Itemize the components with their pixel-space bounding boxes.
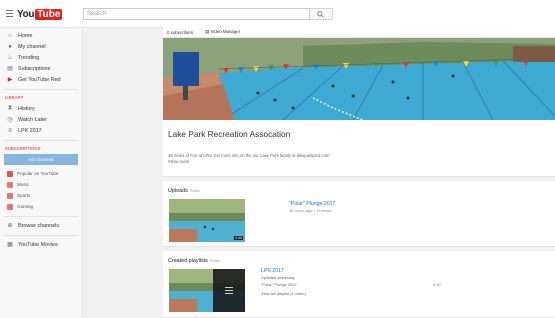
sidebar-item-youtube-movies[interactable]: ▦ YouTube Movies — [0, 239, 82, 250]
guide-menu-icon[interactable] — [6, 10, 13, 19]
subscription-item-gaming[interactable]: Gaming — [0, 201, 82, 212]
subscription-label: Gaming — [17, 204, 34, 209]
sidebar-item-youtube-red[interactable]: ▶ Get YouTube Red — [0, 74, 82, 85]
subscription-item-sports[interactable]: Sports — [0, 190, 82, 201]
sidebar-item-my-channel[interactable]: ● My channel — [0, 41, 82, 52]
playlists-title[interactable]: Created playlists Public — [168, 258, 220, 264]
sidebar-item-label: History — [18, 105, 35, 112]
video-duration: 0:40 — [234, 236, 243, 240]
logo-text-you: You — [17, 8, 35, 20]
sidebar-item-label: LPK 2017 — [18, 127, 42, 134]
playlists-shelf: Created playlists Public LPK 2017 Updated… — [163, 251, 555, 318]
channel-avatar-icon — [7, 192, 13, 199]
video-manager-link[interactable]: ▤ Video Manager — [205, 29, 252, 35]
sidebar-item-label: Trending — [18, 54, 40, 61]
sidebar-item-label: YouTube Movies — [18, 241, 58, 248]
youtube-red-icon: ▶ — [7, 77, 13, 83]
youtube-logo[interactable]: You Tube — [17, 8, 63, 20]
channel-avatar-icon — [7, 170, 13, 177]
uploads-title-text: Uploads — [168, 188, 188, 194]
divider — [4, 140, 78, 141]
add-circle-icon: ⊕ — [7, 223, 13, 229]
search-input[interactable]: Search — [83, 8, 310, 20]
person-icon: ● — [8, 43, 12, 50]
video-thumbnail[interactable]: 0:40 — [169, 199, 245, 242]
sidebar-item-label: Home — [18, 32, 33, 39]
sidebar-item-label: Get YouTube Red — [18, 76, 61, 83]
masthead: You Tube Search — [0, 0, 555, 28]
subscription-label: Music — [17, 182, 29, 187]
video-manager-label: Video Manager — [210, 29, 241, 34]
sidebar-item-trending[interactable]: ♨ Trending — [0, 52, 82, 63]
sidebar-item-history[interactable]: ⧗ History — [0, 103, 82, 114]
view-full-playlist-link[interactable]: View full playlist (1 video) — [261, 291, 306, 296]
subscriptions-icon: ▤ — [7, 66, 13, 72]
divider — [4, 89, 78, 90]
channel-info: Lake Park Recreation Assocation 48 Years… — [163, 120, 555, 177]
playlist-title-link[interactable]: LPK 2017 — [261, 268, 284, 274]
playlist-overlay — [213, 269, 245, 312]
privacy-label: Public — [189, 189, 201, 193]
channel-title: Lake Park Recreation Assocation — [168, 129, 291, 139]
sidebar-item-label: Browse channels — [18, 222, 60, 229]
home-icon: ⌂ — [8, 32, 12, 39]
channel-page: 0 subscribers ▤ Video Manager Lake Park … — [163, 27, 555, 318]
sidebar-item-label: Watch Later — [18, 116, 47, 123]
search-icon — [317, 11, 324, 18]
library-section-label: LIBRARY — [5, 95, 24, 100]
sidebar-item-label: Subscriptions — [18, 65, 51, 72]
playlists-title-text: Created playlists — [168, 258, 208, 264]
subscription-item-popular[interactable]: Popular on YouTube — [0, 168, 82, 179]
sidebar-item-subscriptions[interactable]: ▤ Subscriptions — [0, 63, 82, 74]
channel-avatar-icon — [7, 181, 13, 188]
video-title-link[interactable]: "Polar" Plunge 2017 — [289, 201, 335, 207]
film-icon: ▦ — [7, 242, 13, 248]
playlist-item-duration: 0:40 — [433, 282, 441, 287]
uploads-title[interactable]: Uploads Public — [168, 188, 200, 194]
subscriptions-section-label: SUBSCRIPTIONS — [5, 146, 41, 151]
logo-text-tube: Tube — [35, 8, 63, 20]
playlist-icon: ≡ — [8, 127, 12, 134]
sidebar-item-watch-later[interactable]: ◷ Watch Later — [0, 114, 82, 125]
uploads-shelf: Uploads Public 0:40 "Polar" Plunge 2017 1… — [163, 181, 555, 247]
sidebar-item-label: My channel — [18, 43, 46, 50]
playlist-updated: Updated yesterday — [261, 275, 295, 280]
add-channels-button[interactable]: Add channels — [4, 154, 78, 165]
subscription-item-music[interactable]: Music — [0, 179, 82, 190]
channel-banner — [163, 38, 555, 120]
show-more-link[interactable]: Show more — [168, 159, 189, 164]
guide-sidebar: ⌂ Home ● My channel ♨ Trending ▤ Subscriptio… — [0, 28, 83, 318]
search-button[interactable] — [310, 8, 333, 20]
sidebar-item-lpk-2017[interactable]: ≡ LPK 2017 — [0, 125, 82, 136]
clock-icon: ◷ — [7, 117, 13, 123]
subscriber-count: 0 subscribers — [167, 29, 194, 35]
pool-banner-image — [163, 38, 555, 120]
channel-header-bar: 0 subscribers ▤ Video Manager — [163, 27, 555, 38]
hourglass-icon: ⧗ — [7, 105, 13, 111]
privacy-label: Public — [209, 259, 221, 263]
playlist-thumbnail[interactable] — [169, 269, 245, 312]
playlist-item-title[interactable]: "Polar" Plunge 2017 — [261, 282, 297, 287]
subscription-label: Sports — [17, 193, 31, 198]
channel-avatar-icon — [7, 203, 13, 210]
subscription-label: Popular on YouTube — [17, 171, 59, 176]
sidebar-item-browse-channels[interactable]: ⊕ Browse channels — [0, 220, 82, 231]
channel-description: 48 Years of Fun at LPK! Get more info on… — [168, 153, 330, 158]
sidebar-item-home[interactable]: ⌂ Home — [0, 30, 82, 41]
flame-icon: ♨ — [7, 55, 13, 61]
video-meta: 16 hours ago • 13 views — [289, 208, 332, 213]
